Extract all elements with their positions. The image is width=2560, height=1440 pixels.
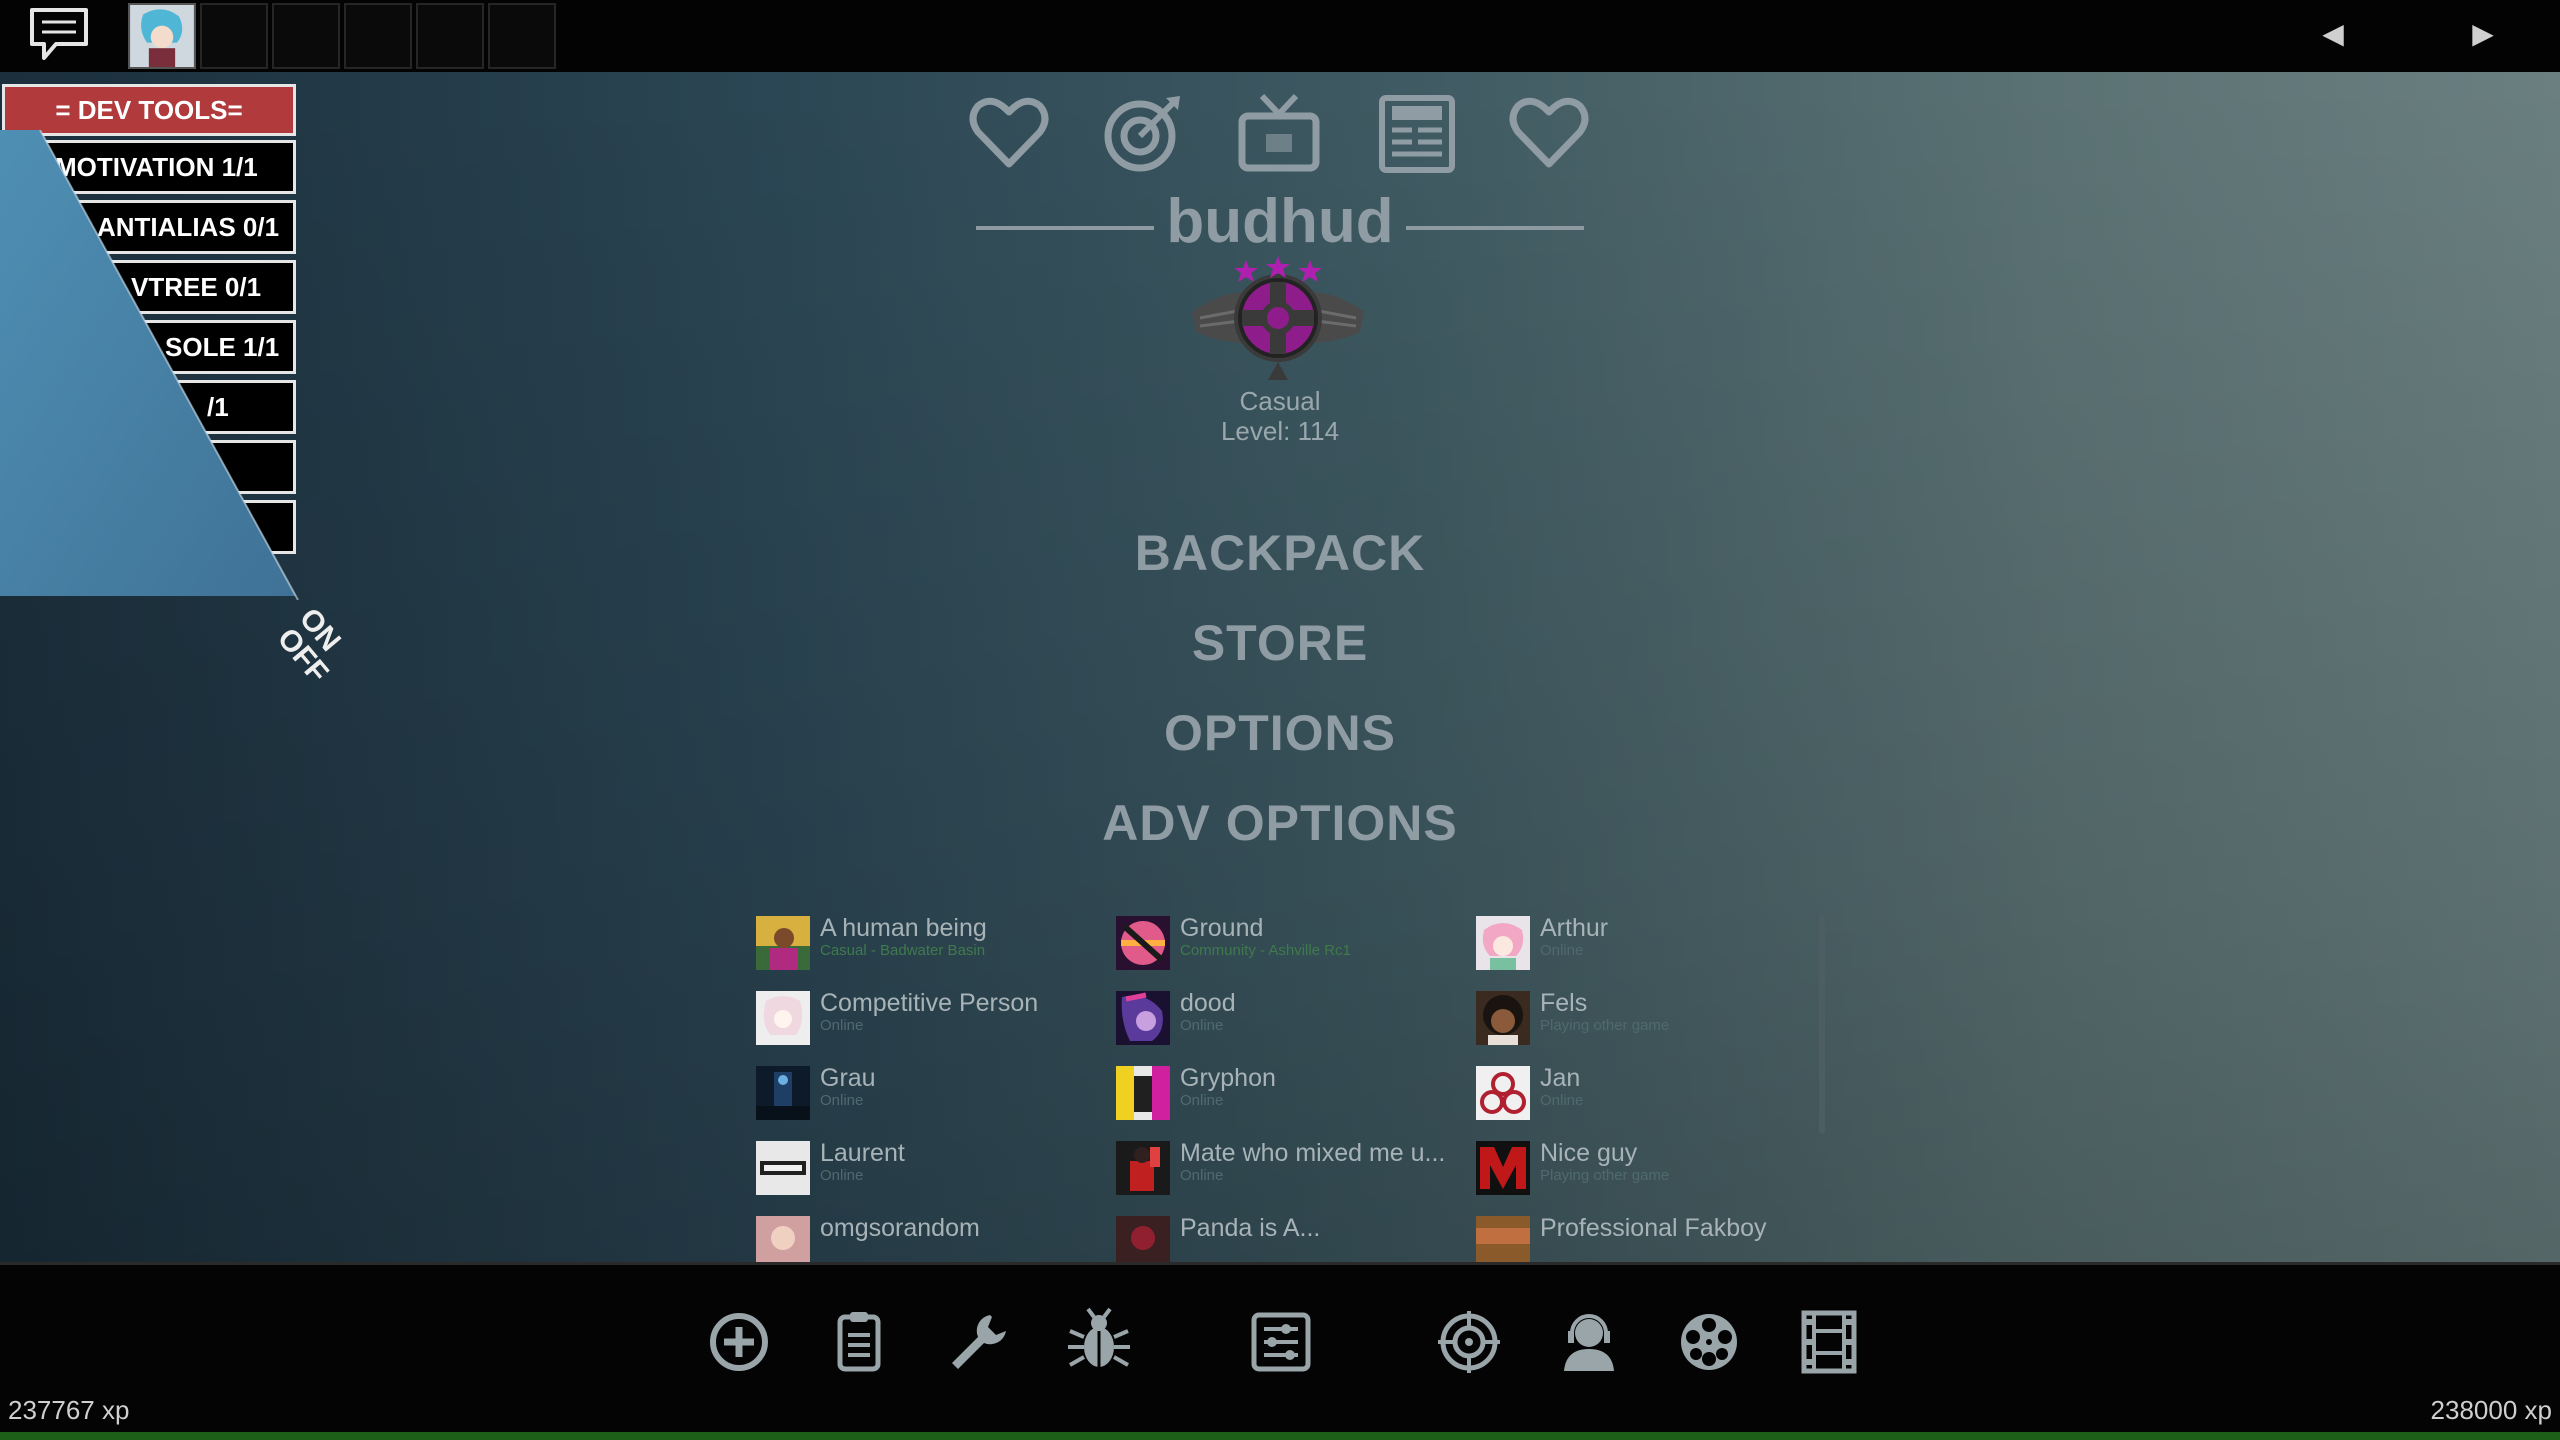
avatar [1476,1216,1530,1262]
friend-status: Online [820,1092,864,1109]
friend-name: Jan [1540,1064,1581,1092]
friend-name: Nice guy [1540,1139,1638,1167]
friend-name: Competitive Person [820,989,1039,1017]
avatar [1476,1141,1530,1195]
user-support-icon[interactable] [1554,1307,1624,1377]
friend-item[interactable]: Fels Playing other game [1476,989,1816,1051]
divider-line [1406,226,1584,230]
avatar [1116,1141,1170,1195]
next-level-xp: 238000 xp [2430,1395,2552,1425]
backpack-button[interactable]: BACKPACK [980,524,1580,582]
friend-status: Online [1540,942,1584,959]
dev-tools-title[interactable]: = DEV TOOLS= [2,84,296,136]
page-curl[interactable] [0,129,300,601]
news-icon[interactable] [1372,90,1458,176]
friend-status: Online [820,1017,864,1034]
party-slot-empty[interactable] [272,3,340,69]
avatar [1476,916,1530,970]
rank-level: Level: 114 [1220,416,1340,446]
party-slot-empty[interactable] [200,3,268,69]
store-button[interactable]: STORE [980,614,1580,672]
arrow-left-button[interactable]: ◀ [2308,12,2358,56]
friend-status: Playing other game [1540,1017,1670,1034]
avatar [756,1141,810,1195]
friend-status: Online [1180,1167,1224,1184]
friend-name: Grau [820,1064,876,1092]
username: budhud [1166,187,1394,256]
friend-item[interactable]: Mate who mixed me u... Online [1116,1139,1456,1201]
friend-status: Online [820,1167,864,1184]
friend-name: Ground [1180,914,1264,942]
target-icon[interactable] [1100,90,1186,176]
film-strip-icon[interactable] [1794,1307,1864,1377]
friend-item[interactable]: Panda is A... [1116,1214,1456,1262]
avatar [1116,916,1170,970]
heart-icon[interactable] [966,90,1052,176]
friend-name: Arthur [1540,914,1609,942]
wrench-icon[interactable] [944,1307,1014,1377]
friend-item[interactable]: omgsorandom [756,1214,1096,1262]
avatar [1116,1216,1170,1262]
friend-name: dood [1180,989,1236,1017]
bottom-bar: 237767 xp 238000 xp [0,1262,2560,1440]
xp-progress-bar [0,1432,2560,1440]
friend-name: A human being [820,914,987,942]
friend-item[interactable]: Jan Online [1476,1064,1816,1126]
friend-item[interactable]: Gryphon Online [1116,1064,1456,1126]
friend-status: Casual - Badwater Basin [820,942,986,959]
friend-name: Mate who mixed me u... [1180,1139,1446,1167]
avatar [756,991,810,1045]
rank-name: Casual [1239,386,1321,416]
party-slot-avatar[interactable] [128,3,196,69]
friend-item[interactable]: Laurent Online [756,1139,1096,1201]
username-header: budhud [970,182,1590,262]
avatar [1116,1066,1170,1120]
friend-item[interactable]: Competitive Person Online [756,989,1096,1051]
film-reel-icon[interactable] [1674,1307,1744,1377]
party-slot-empty[interactable] [344,3,412,69]
friend-item[interactable]: A human being Casual - Badwater Basin [756,914,1096,976]
clipboard-icon[interactable] [824,1307,894,1377]
party-slot-empty[interactable] [488,3,556,69]
friend-name: omgsorandom [820,1214,980,1242]
current-xp: 237767 xp [8,1395,130,1425]
friend-item[interactable]: Ground Community - Ashville Rc1 [1116,914,1456,976]
avatar [1116,991,1170,1045]
avatar [1476,991,1530,1045]
friend-item[interactable]: Grau Online [756,1064,1096,1126]
divider-line [976,226,1154,230]
chat-bubble-icon[interactable] [26,4,92,66]
friend-status: Online [1540,1092,1584,1109]
friend-name: Panda is A... [1180,1214,1321,1242]
friends-scrollbar[interactable] [1819,914,1825,1134]
arrow-right-button[interactable]: ▶ [2458,12,2508,56]
friend-name: Laurent [820,1139,905,1167]
main-menu-background: budhud Casual Level: 114 BACKPACK STORE … [0,72,2560,1262]
party-slot-empty[interactable] [416,3,484,69]
friend-item[interactable]: Nice guy Playing other game [1476,1139,1816,1201]
friend-item[interactable]: Professional Fakboy [1476,1214,1816,1262]
heart-icon[interactable] [1506,90,1592,176]
avatar [1476,1066,1530,1120]
bug-icon[interactable] [1064,1307,1134,1377]
friend-item[interactable]: dood Online [1116,989,1456,1051]
plus-circle-icon[interactable] [704,1307,774,1377]
settings-list-icon[interactable] [1246,1307,1316,1377]
friend-name: Fels [1540,989,1588,1017]
avatar [756,1066,810,1120]
top-bar: ◀ ▶ [0,0,2560,72]
options-button[interactable]: OPTIONS [980,704,1580,762]
avatar [756,916,810,970]
friend-item[interactable]: Arthur Online [1476,914,1816,976]
friend-name: Professional Fakboy [1540,1214,1767,1242]
friend-name: Gryphon [1180,1064,1276,1092]
friend-status: Online [1180,1017,1224,1034]
adv-options-button[interactable]: ADV OPTIONS [980,794,1580,852]
friend-status: Online [1180,1092,1224,1109]
crosshair-icon[interactable] [1434,1307,1504,1377]
avatar [756,1216,810,1262]
friend-status: Community - Ashville Rc1 [1180,942,1351,959]
tv-icon[interactable] [1236,90,1322,176]
friend-status: Playing other game [1540,1167,1670,1184]
